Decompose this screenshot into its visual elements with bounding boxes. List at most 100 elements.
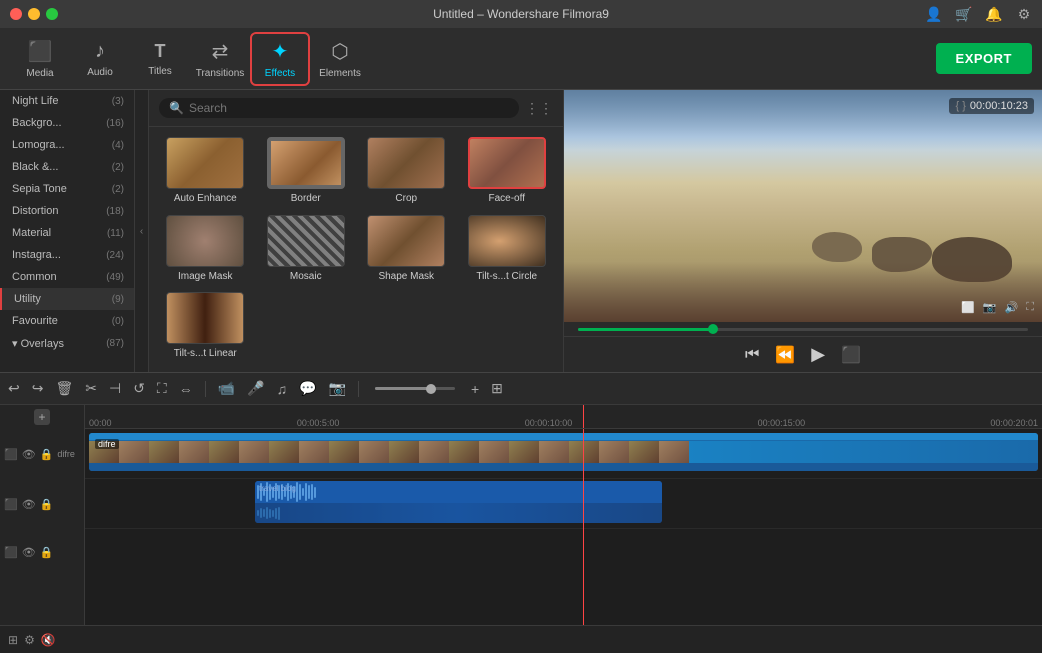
fullscreen-button[interactable] (46, 8, 58, 20)
grid-view-icon[interactable]: ⋮⋮ (525, 100, 553, 117)
toolbar-media[interactable]: ⬛ Media (10, 32, 70, 86)
frame-thumb (629, 441, 659, 463)
effect-tilt-circle[interactable]: Tilt-s...t Circle (459, 213, 556, 287)
toolbar-audio[interactable]: ♪ Audio (70, 32, 130, 86)
effect-thumb-face-off (468, 137, 546, 189)
play-button[interactable]: ▶ (811, 344, 825, 365)
effect-shape-mask[interactable]: Shape Mask (358, 213, 455, 287)
mute-button[interactable]: 🔇 (41, 633, 56, 647)
ruler-mark-2: 00:00:10:00 (525, 418, 573, 428)
bell-icon[interactable]: 🔔 (986, 6, 1002, 22)
close-button[interactable] (10, 8, 22, 20)
track-expand-audio-button[interactable]: ⬛ (4, 498, 18, 511)
effect-thumb-tilt-circle (468, 215, 546, 267)
track-audio-lock-button[interactable]: 🔒 (40, 498, 54, 511)
stop-button[interactable]: ⬛ (841, 345, 861, 365)
settings-icon[interactable]: ⚙ (1016, 6, 1032, 22)
delete-button[interactable]: 🗑 (55, 380, 73, 397)
audio-clip[interactable]: travel blog (255, 481, 662, 523)
subtitle-icon[interactable]: 💬 (299, 380, 316, 397)
toolbar-titles[interactable]: T Titles (130, 32, 190, 86)
sidebar-item-material[interactable]: Material (11) (0, 222, 134, 244)
zoom-plus-button[interactable]: + (471, 381, 479, 397)
sidebar-item-common[interactable]: Common (49) (0, 266, 134, 288)
cart-icon[interactable]: 🛒 (956, 6, 972, 22)
frame-thumb (299, 441, 329, 463)
search-input[interactable] (189, 101, 509, 115)
volume-icon[interactable]: 🔊 (1005, 301, 1019, 314)
fit-button[interactable]: ⊞ (491, 380, 503, 397)
preview-progress-bar[interactable] (578, 328, 1028, 331)
preview-progress-knob[interactable] (708, 324, 718, 334)
empty-track-visibility-button[interactable]: 👁 (22, 546, 36, 559)
effect-label-crop: Crop (395, 193, 417, 204)
fullscreen-icon[interactable]: ⛶ (1026, 301, 1034, 314)
effects-sidebar: Night Life (3) Backgro... (16) Lomogra..… (0, 90, 135, 372)
track-audio-visibility-button[interactable]: 👁 (22, 498, 36, 511)
timeline-area: ↩ ↪ 🗑 ✂ ⊣ ↺ ⛶ ⇔ 📹 🎤 ♫ 💬 📷 + ⊞ + 00:00 00… (0, 372, 1042, 652)
zoom-knob[interactable] (426, 384, 436, 394)
step-back-button[interactable]: ⏪ (775, 345, 795, 365)
track-settings-button[interactable]: ⚙ (24, 633, 35, 647)
zoom-slider[interactable] (375, 387, 455, 390)
sidebar-item-utility[interactable]: Utility (9) (0, 288, 134, 310)
audio-waveform (255, 481, 662, 503)
add-track-button[interactable]: + (34, 409, 50, 425)
effect-border[interactable]: Border (258, 135, 355, 209)
ruler-mark-4: 00:00:20:01 (990, 418, 1038, 428)
video-clip[interactable]: difre (89, 433, 1038, 471)
toolbar-effects[interactable]: ✦ Effects (250, 32, 310, 86)
track-lock-button[interactable]: 🔒 (40, 448, 54, 461)
toolbar-separator (205, 381, 206, 397)
preview-timecode: 00:00:10:23 (970, 100, 1028, 112)
empty-track-expand-button[interactable]: ⬛ (4, 546, 18, 559)
sidebar-item-overlays[interactable]: ▾ Overlays (87) (0, 332, 134, 355)
track-label-video: difre (57, 449, 75, 459)
empty-track-lock-button[interactable]: 🔒 (40, 546, 54, 559)
sidebar-item-lomography[interactable]: Lomogra... (4) (0, 134, 134, 156)
pip-icon[interactable]: ⬜ (961, 301, 975, 314)
undo-button[interactable]: ↩ (8, 380, 20, 397)
snapshot-icon[interactable]: 📷 (983, 301, 997, 314)
sidebar-item-instagram[interactable]: Instagra... (24) (0, 244, 134, 266)
audio-lower (255, 503, 662, 523)
add-media-button[interactable]: ⊞ (8, 633, 18, 647)
minimize-button[interactable] (28, 8, 40, 20)
track-expand-button[interactable]: ⬛ (4, 448, 18, 461)
track-visibility-button[interactable]: 👁 (22, 448, 36, 461)
sidebar-item-distortion[interactable]: Distortion (18) (0, 200, 134, 222)
effect-crop[interactable]: Crop (358, 135, 455, 209)
cut-button[interactable]: ✂ (85, 380, 97, 397)
effect-image-mask[interactable]: Image Mask (157, 213, 254, 287)
sidebar-item-background[interactable]: Backgro... (16) (0, 112, 134, 134)
sidebar-item-favourite[interactable]: Favourite (0) (0, 310, 134, 332)
effect-tilt-linear[interactable]: Tilt-s...t Linear (157, 290, 254, 364)
mic-icon[interactable]: 🎤 (247, 380, 264, 397)
toolbar-elements[interactable]: ⬡ Elements (310, 32, 370, 86)
sidebar-item-night-life[interactable]: Night Life (3) (0, 90, 134, 112)
audio-track-icon[interactable]: ♫ (277, 381, 288, 397)
redo-button[interactable]: ↪ (32, 380, 44, 397)
timeline-left-pad: + (0, 405, 85, 429)
effect-auto-enhance[interactable]: Auto Enhance (157, 135, 254, 209)
user-icon[interactable]: 👤 (926, 6, 942, 22)
export-button[interactable]: EXPORT (936, 43, 1032, 74)
sidebar-collapse-button[interactable]: ‹ (135, 90, 149, 372)
split-button[interactable]: ⊣ (109, 380, 121, 397)
sidebar-item-black[interactable]: Black &... (2) (0, 156, 134, 178)
effect-face-off[interactable]: Face-off (459, 135, 556, 209)
waveform-bar (308, 485, 310, 498)
audio-icon: ♪ (95, 40, 105, 63)
toolbar-transitions[interactable]: ⇄ Transitions (190, 32, 250, 86)
transform-button[interactable]: ⇔ (179, 381, 193, 397)
rotate-button[interactable]: ↺ (133, 380, 145, 397)
snapshot-btn[interactable]: 📷 (329, 380, 346, 397)
crop-button[interactable]: ⛶ (157, 380, 167, 397)
frame-thumb (449, 441, 479, 463)
sidebar-item-sepia[interactable]: Sepia Tone (2) (0, 178, 134, 200)
skip-back-button[interactable]: ⏮ (745, 346, 759, 364)
track-controls-audio: ⬛ 👁 🔒 (0, 479, 85, 529)
video-icon[interactable]: 📹 (218, 380, 235, 397)
track-controls-video: ⬛ 👁 🔒 difre (0, 429, 85, 479)
effect-mosaic[interactable]: Mosaic (258, 213, 355, 287)
